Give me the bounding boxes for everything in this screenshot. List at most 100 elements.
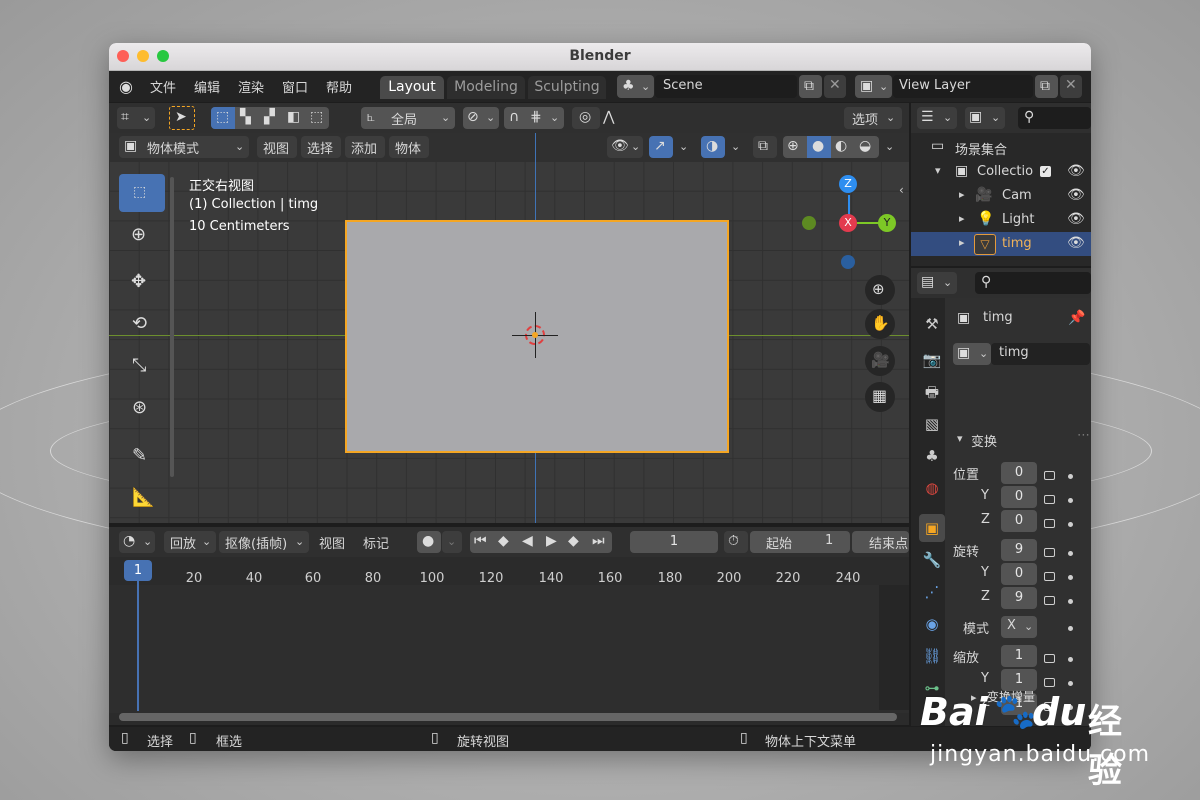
timeline-menu-view[interactable]: 视图 <box>319 533 345 552</box>
outliner-item[interactable]: ▾ ▣ Collectio ✓ 👁 <box>911 160 1091 184</box>
view-layer-type-button[interactable]: ▣ ⌄ <box>855 75 892 98</box>
jump-start-icon[interactable]: ⏮ <box>474 533 487 549</box>
gizmo-toggle-button[interactable]: ↗ <box>649 136 673 158</box>
preview-range-toggle[interactable]: ⏱ <box>724 531 748 553</box>
camera-view-button[interactable]: 🎥 <box>865 346 895 376</box>
location-y-field[interactable]: 0 <box>1001 486 1037 508</box>
viewport-menu-add[interactable]: 添加 <box>345 136 385 158</box>
lock-icon[interactable] <box>1044 654 1055 663</box>
select-tool-button[interactable]: ➤ <box>169 106 195 130</box>
overlay-toggle-button[interactable]: ◑ <box>701 136 725 158</box>
keying-set-dropdown[interactable]: ⌄ <box>442 531 462 553</box>
properties-editor-type[interactable]: ▤ ⌄ <box>917 272 957 294</box>
tab-particles[interactable]: ⋰ <box>919 578 945 606</box>
select-intersect-icon[interactable]: ⬚ <box>310 109 323 125</box>
select-new-icon[interactable]: ⬚ <box>211 107 235 129</box>
scene-type-button[interactable]: ♣ ⌄ <box>617 75 654 98</box>
datablock-name-field[interactable]: timg <box>991 343 1090 365</box>
lock-icon[interactable] <box>1044 596 1055 605</box>
new-scene-button[interactable]: ⧉ <box>799 75 822 98</box>
datablock-type-button[interactable]: ▣ ⌄ <box>953 343 991 365</box>
viewport-menu-select[interactable]: 选择 <box>301 136 341 158</box>
editor-type-button[interactable]: ⌗ ⌄ <box>117 107 155 129</box>
display-mode-button[interactable]: ▣ ⌄ <box>965 107 1005 129</box>
menu-file[interactable]: 文件 <box>150 77 176 96</box>
current-frame-field[interactable]: 1 <box>630 531 718 553</box>
expand-right-icon[interactable]: ▸ <box>959 236 965 249</box>
solid-shading-button[interactable]: ● <box>807 136 831 158</box>
keyframe-dot-icon[interactable] <box>1068 474 1073 479</box>
play-reverse-icon[interactable]: ◀ <box>522 533 533 549</box>
tab-world[interactable]: ◍ <box>919 474 945 502</box>
rotation-x-field[interactable]: 9 <box>1001 539 1037 561</box>
select-box-tool[interactable]: ⬚ <box>119 174 165 212</box>
select-subtract-icon[interactable]: ▞ <box>264 109 275 125</box>
scale-x-field[interactable]: 1 <box>1001 645 1037 667</box>
wireframe-shading-icon[interactable]: ⊕ <box>787 138 799 154</box>
expand-down-icon[interactable]: ▾ <box>935 164 941 177</box>
proportional-edit-button[interactable]: ◎ <box>572 107 600 129</box>
end-frame-field[interactable]: 结束点 <box>852 531 909 553</box>
rendered-shading-icon[interactable]: ◒ <box>859 138 871 154</box>
expand-down-icon[interactable]: ▾ <box>957 432 963 445</box>
play-icon[interactable]: ▶ <box>546 533 557 549</box>
tab-physics[interactable]: ◉ <box>919 610 945 638</box>
chevron-down-icon[interactable]: ⌄ <box>679 140 688 153</box>
scene-name-field[interactable]: Scene <box>655 75 797 98</box>
location-z-field[interactable]: 0 <box>1001 510 1037 532</box>
keyframe-dot-icon[interactable] <box>1068 498 1073 503</box>
blender-logo-icon[interactable]: ◉ <box>119 77 133 96</box>
delete-view-layer-button[interactable]: ✕ <box>1060 75 1082 98</box>
expand-right-icon[interactable]: ▸ <box>959 188 965 201</box>
mode-select[interactable]: ▣ 物体模式 ⌄ <box>119 136 249 158</box>
transform-tool[interactable]: ⊛ <box>119 389 165 427</box>
ortho-toggle-button[interactable]: ▦ <box>865 382 895 412</box>
keyframe-dot-icon[interactable] <box>1068 522 1073 527</box>
annotate-tool[interactable]: ✎ <box>119 437 165 475</box>
outliner-editor-type[interactable]: ☰ ⌄ <box>917 107 957 129</box>
rotation-z-field[interactable]: 9 <box>1001 587 1037 609</box>
scale-tool[interactable]: ⤡ <box>119 347 165 385</box>
keyframe-dot-icon[interactable] <box>1068 575 1073 580</box>
chevron-down-icon[interactable]: ⌄ <box>731 140 740 153</box>
start-frame-field[interactable]: 起始 1 <box>750 531 850 553</box>
gizmo-neg-y-axis[interactable] <box>802 216 816 230</box>
outliner-item[interactable]: ▸ 🎥 Cam 👁 <box>911 184 1091 208</box>
sidebar-toggle-chevron-icon[interactable]: ‹ <box>899 183 904 197</box>
tool-shelf-scrollbar[interactable] <box>170 177 174 477</box>
tab-modifiers[interactable]: 🔧 <box>919 546 945 574</box>
lock-icon[interactable] <box>1044 678 1055 687</box>
tab-layout[interactable]: Layout <box>380 76 444 99</box>
tab-constraints[interactable]: ⛓ <box>919 642 945 670</box>
outliner-item[interactable]: ▸ ▽ timg 👁 <box>911 232 1091 256</box>
material-shading-icon[interactable]: ◐ <box>835 138 847 154</box>
xray-toggle-button[interactable]: ⧉ <box>753 136 777 158</box>
viewport-menu-view[interactable]: 视图 <box>257 136 297 158</box>
select-extend-icon[interactable]: ▚ <box>240 109 251 125</box>
properties-search-input[interactable]: ⚲ <box>975 272 1091 294</box>
visibility-dropdown[interactable]: 👁 ⌄ <box>607 136 643 158</box>
rotation-mode-select[interactable]: X ⌄ <box>1001 616 1037 638</box>
rotation-y-field[interactable]: 0 <box>1001 563 1037 585</box>
jump-end-icon[interactable]: ⏭ <box>592 533 605 549</box>
lock-icon[interactable] <box>1044 548 1055 557</box>
menu-help[interactable]: 帮助 <box>326 77 352 96</box>
rotate-tool[interactable]: ⟲ <box>119 305 165 343</box>
checkbox-icon[interactable]: ✓ <box>1040 166 1051 177</box>
menu-render[interactable]: 渲染 <box>238 77 264 96</box>
tab-render[interactable]: 📷 <box>919 346 945 374</box>
gizmo-z-axis[interactable]: Z <box>839 175 857 193</box>
keyframe-dot-icon[interactable] <box>1068 599 1073 604</box>
eye-icon[interactable]: 👁 <box>1067 235 1085 251</box>
outliner-search-input[interactable]: ⚲ <box>1018 107 1091 129</box>
tab-object[interactable]: ▣ <box>919 514 945 542</box>
select-difference-icon[interactable]: ◧ <box>287 109 300 125</box>
lock-icon[interactable] <box>1044 519 1055 528</box>
current-frame-indicator[interactable]: 1 <box>124 560 152 581</box>
lock-icon[interactable] <box>1044 471 1055 480</box>
next-keyframe-icon[interactable]: ◆ <box>568 533 579 549</box>
pivot-point-button[interactable]: ⊘ ⌄ <box>463 107 499 129</box>
view-layer-field[interactable]: View Layer <box>893 75 1033 98</box>
eye-icon[interactable]: 👁 <box>1067 163 1085 179</box>
keying-menu[interactable]: 抠像(插帧) ⌄ <box>219 531 309 553</box>
